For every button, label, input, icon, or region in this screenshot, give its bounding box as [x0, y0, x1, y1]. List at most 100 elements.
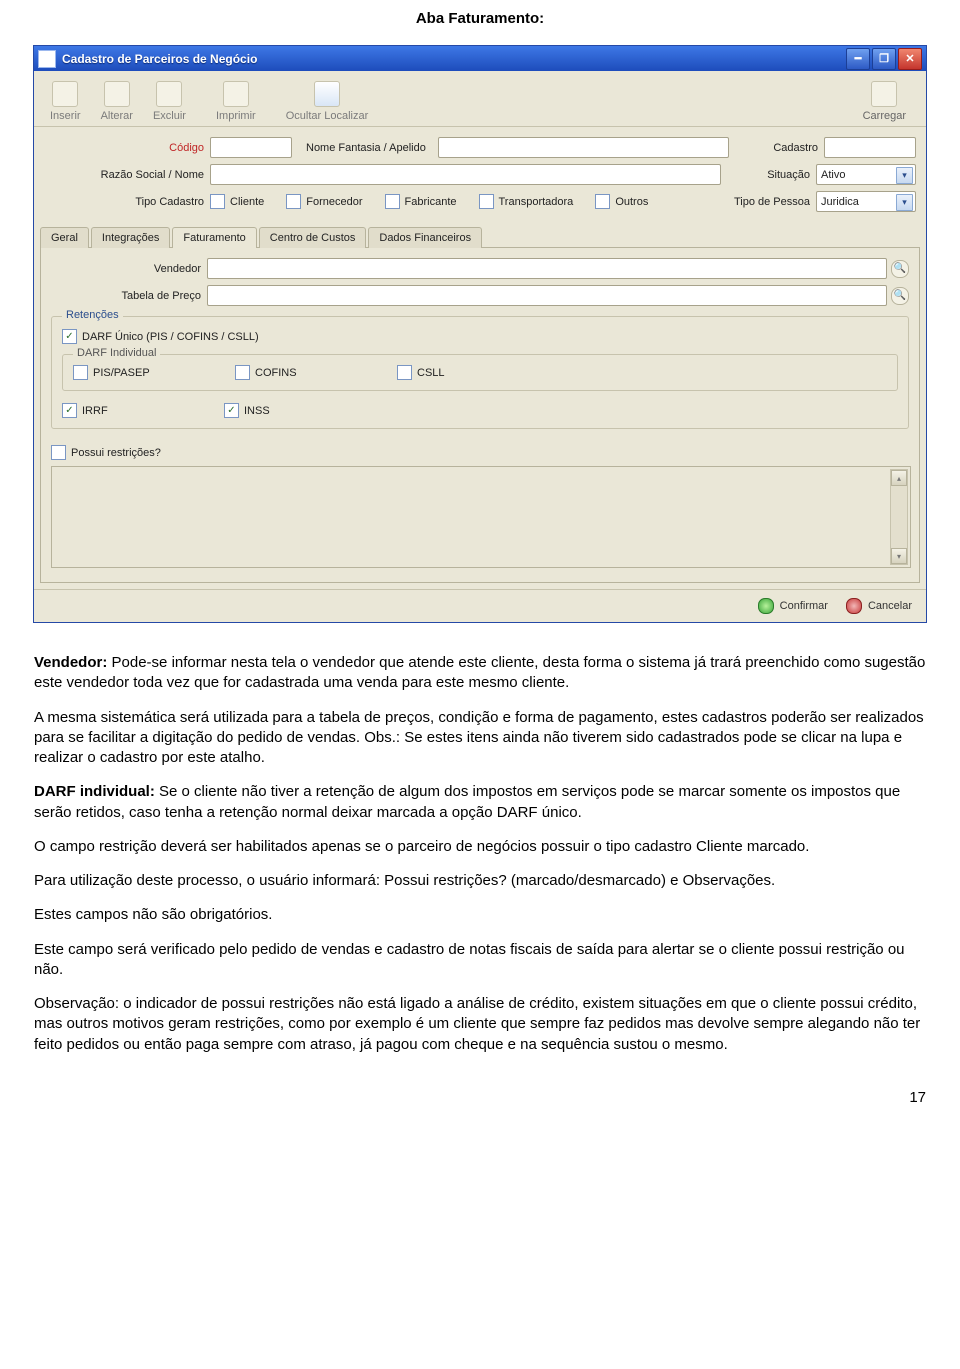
toolbar-label: Imprimir [216, 110, 256, 122]
cb-csll[interactable]: CSLL [397, 365, 445, 380]
situacao-select[interactable]: Ativo ▾ [816, 164, 916, 185]
cb-cofins[interactable]: COFINS [235, 365, 375, 380]
cb-label: COFINS [255, 367, 297, 379]
situacao-value: Ativo [821, 169, 845, 181]
tab-integracoes[interactable]: Integrações [91, 227, 170, 248]
restricoes-textarea[interactable]: ▴ ▾ [51, 466, 911, 568]
chevron-down-icon: ▾ [896, 194, 913, 211]
toolbar-label: Inserir [50, 110, 81, 122]
cb-inss[interactable]: INSS [224, 403, 270, 418]
close-button[interactable]: ✕ [898, 48, 922, 70]
toolbar-imprimir[interactable]: Imprimir [208, 77, 264, 126]
cb-label: INSS [244, 405, 270, 417]
checkbox-icon [62, 403, 77, 418]
tabelapreco-input[interactable] [207, 285, 887, 306]
cb-pis[interactable]: PIS/PASEP [73, 365, 213, 380]
minimize-button[interactable]: ━ [846, 48, 870, 70]
cb-label: Outros [615, 196, 648, 208]
checkbox-icon [479, 194, 494, 209]
checkbox-icon [62, 329, 77, 344]
cb-label: Fornecedor [306, 196, 362, 208]
label-codigo: Código [44, 142, 210, 154]
label-cadastro: Cadastro [743, 142, 824, 154]
toolbar-carregar[interactable]: Carregar [855, 77, 914, 126]
cb-outros[interactable]: Outros [595, 194, 648, 209]
search-icon[interactable]: 🔍 [891, 287, 909, 305]
toolbar-alterar[interactable]: Alterar [93, 77, 141, 126]
tab-faturamento[interactable]: Faturamento [172, 227, 256, 248]
toolbar-label: Carregar [863, 110, 906, 122]
cb-label: Cliente [230, 196, 264, 208]
titlebar: Cadastro de Parceiros de Negócio ━ ❐ ✕ [34, 46, 926, 71]
btn-label: Cancelar [868, 600, 912, 612]
text: Pode-se informar nesta tela o vendedor q… [34, 654, 925, 691]
nomefantasia-input[interactable] [438, 137, 729, 158]
cb-cliente[interactable]: Cliente [210, 194, 264, 209]
paragraph: Para utilização deste processo, o usuári… [34, 871, 926, 891]
checkbox-icon [51, 445, 66, 460]
document-body: Vendedor: Pode-se informar nesta tela o … [0, 653, 960, 1055]
footer-bar: Confirmar Cancelar [34, 589, 926, 622]
tab-dadosfinanceiros[interactable]: Dados Financeiros [368, 227, 482, 248]
maximize-button[interactable]: ❐ [872, 48, 896, 70]
legend-retencoes: Retenções [62, 309, 123, 321]
tab-panel-faturamento: Vendedor 🔍 Tabela de Preço 🔍 Retenções D… [40, 247, 920, 583]
cb-label: Possui restrições? [71, 447, 161, 459]
term: Vendedor: [34, 654, 107, 671]
vendedor-input[interactable] [207, 258, 887, 279]
cb-irrf[interactable]: IRRF [62, 403, 202, 418]
cb-label: Transportadora [499, 196, 574, 208]
label-situacao: Situação [735, 169, 816, 181]
checkbox-icon [286, 194, 301, 209]
confirmar-button[interactable]: Confirmar [758, 598, 828, 614]
cb-transportadora[interactable]: Transportadora [479, 194, 574, 209]
paragraph: A mesma sistemática será utilizada para … [34, 708, 926, 769]
toolbar-inserir[interactable]: Inserir [42, 77, 89, 126]
scroll-down-icon[interactable]: ▾ [891, 548, 907, 564]
cb-label: IRRF [82, 405, 108, 417]
btn-label: Confirmar [780, 600, 828, 612]
cb-fabricante[interactable]: Fabricante [385, 194, 457, 209]
cancelar-button[interactable]: Cancelar [846, 598, 912, 614]
toolbar: Inserir Alterar Excluir Imprimir Ocultar… [34, 71, 926, 127]
checkbox-icon [397, 365, 412, 380]
cb-darf-unico[interactable]: DARF Único (PIS / COFINS / CSLL) [62, 329, 259, 344]
search-icon[interactable]: 🔍 [891, 260, 909, 278]
label-razao: Razão Social / Nome [44, 169, 210, 181]
label-vendedor: Vendedor [51, 263, 207, 275]
cb-label: PIS/PASEP [93, 367, 150, 379]
checkbox-icon [385, 194, 400, 209]
plus-icon [52, 81, 78, 107]
toolbar-ocultar-localizar[interactable]: Ocultar Localizar [278, 77, 377, 126]
cb-fornecedor[interactable]: Fornecedor [286, 194, 362, 209]
group-darf-individual: DARF Individual PIS/PASEP COFINS CSLL [62, 354, 898, 391]
checkbox-icon [595, 194, 610, 209]
tipopessoa-value: Juridica [821, 196, 859, 208]
label-nomefantasia: Nome Fantasia / Apelido [292, 142, 432, 154]
label-tipocadastro: Tipo Cadastro [44, 196, 210, 208]
scrollbar[interactable]: ▴ ▾ [890, 469, 908, 565]
paragraph: Este campo será verificado pelo pedido d… [34, 940, 926, 981]
legend-darf-individual: DARF Individual [73, 347, 160, 359]
cb-label: CSLL [417, 367, 445, 379]
tipopessoa-select[interactable]: Juridica ▾ [816, 191, 916, 212]
reload-icon [871, 81, 897, 107]
cancel-icon [846, 598, 862, 614]
printer-icon [223, 81, 249, 107]
search-icon [314, 81, 340, 107]
toolbar-label: Alterar [101, 110, 133, 122]
codigo-input[interactable] [210, 137, 292, 158]
tab-centrocustos[interactable]: Centro de Custos [259, 227, 367, 248]
scroll-up-icon[interactable]: ▴ [891, 470, 907, 486]
toolbar-excluir[interactable]: Excluir [145, 77, 194, 126]
razao-input[interactable] [210, 164, 721, 185]
cb-possui-restricoes[interactable]: Possui restrições? [51, 445, 161, 460]
paragraph: Vendedor: Pode-se informar nesta tela o … [34, 653, 926, 694]
tab-geral[interactable]: Geral [40, 227, 89, 248]
label-tabelapreco: Tabela de Preço [51, 290, 207, 302]
text: Se o cliente não tiver a retenção de alg… [34, 783, 900, 820]
toolbar-label: Ocultar Localizar [286, 110, 369, 122]
check-icon [758, 598, 774, 614]
app-window: Cadastro de Parceiros de Negócio ━ ❐ ✕ I… [33, 45, 927, 623]
cadastro-input[interactable] [824, 137, 916, 158]
